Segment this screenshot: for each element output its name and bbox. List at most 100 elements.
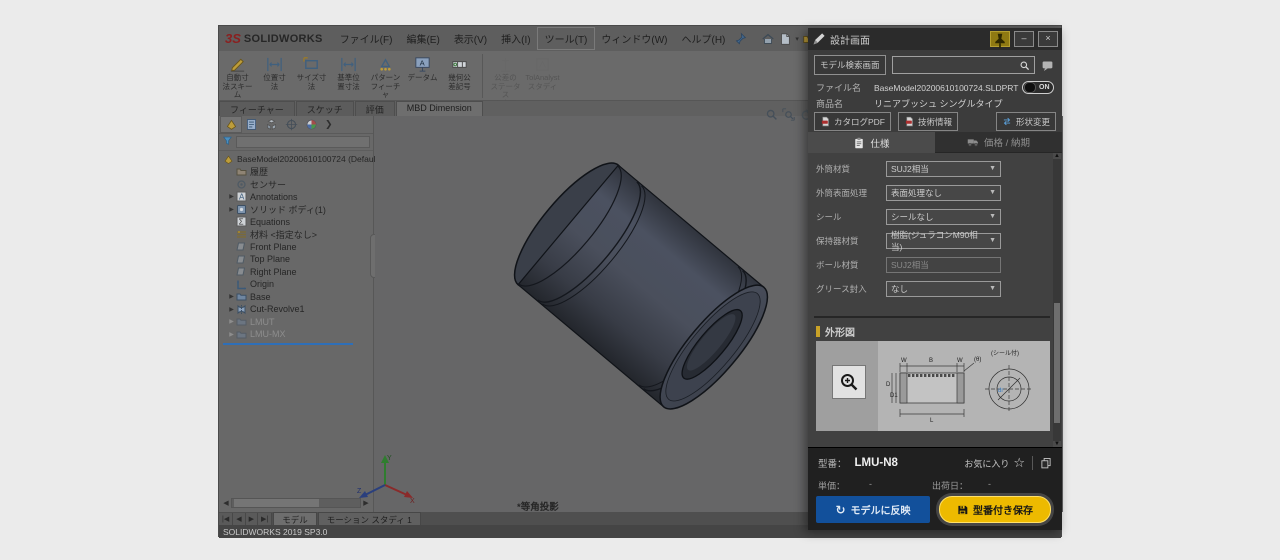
tree-item-8[interactable]: Right Plane — [219, 266, 373, 279]
drawing-zoom-button[interactable] — [832, 365, 866, 399]
chevron-down-icon: ▼ — [989, 189, 996, 196]
expand-caret-icon[interactable]: ▶ — [227, 193, 236, 200]
fm-display-tab-icon[interactable] — [301, 117, 321, 132]
doc-tab-0[interactable]: モデル — [273, 512, 317, 525]
tech-info-button[interactable]: 技術情報 — [898, 112, 958, 131]
search-icon[interactable] — [1019, 60, 1030, 71]
tree-item-5[interactable]: 材料 <指定なし> — [219, 228, 373, 241]
tab-MBD Dimension[interactable]: MBD Dimension — [396, 101, 483, 116]
ribbon-button-datum[interactable]: Aデータム — [405, 54, 440, 83]
last-tab-icon[interactable]: ▶| — [258, 513, 272, 525]
expand-caret-icon[interactable]: ▶ — [227, 318, 236, 325]
ribbon-button-label: 法スキーム — [220, 83, 255, 100]
menu-item-6[interactable]: ヘルプ(H) — [675, 28, 733, 49]
copy-icon[interactable] — [1040, 457, 1052, 469]
tree-item-9[interactable]: Origin — [219, 278, 373, 291]
tree-item-4[interactable]: ΣEquations — [219, 216, 373, 229]
first-tab-icon[interactable]: |◀ — [219, 513, 233, 525]
spec-row-0: 外筒材質SUJ2相当▼ — [816, 160, 1046, 177]
tree-item-10[interactable]: ▶Base — [219, 291, 373, 304]
tree-item-12[interactable]: ▶LMUT — [219, 316, 373, 329]
menu-item-3[interactable]: 挿入(I) — [494, 28, 537, 49]
pin-menu-icon[interactable] — [732, 30, 749, 47]
ribbon-button-pattern-feature[interactable]: パターンフィーチャ — [368, 54, 403, 100]
tree-item-0[interactable]: 履歴 — [219, 166, 373, 179]
panel-tab-spec[interactable]: 仕様 — [808, 132, 935, 153]
favorite-star-icon[interactable]: ☆ — [1013, 455, 1025, 471]
spec-label: ボール材質 — [816, 259, 886, 271]
fm-part-tab-icon[interactable] — [221, 117, 241, 132]
tab-スケッチ[interactable]: スケッチ — [296, 101, 354, 116]
tree-item-7[interactable]: Top Plane — [219, 253, 373, 266]
expand-caret-icon[interactable]: ▶ — [227, 206, 236, 213]
fm-dimxpert-tab-icon[interactable] — [281, 117, 301, 132]
doc-tab-1[interactable]: モーション スタディ 1 — [318, 512, 421, 525]
tree-item-label: Cut-Revolve1 — [250, 304, 305, 314]
menu-item-5[interactable]: ウィンドウ(W) — [594, 28, 674, 49]
tree-item-6[interactable]: Front Plane — [219, 241, 373, 254]
expand-caret-icon[interactable]: ▶ — [227, 331, 236, 338]
fm-property-tab-icon[interactable] — [241, 117, 261, 132]
search-row: モデル検索画面 — [814, 55, 1056, 75]
panel-close-button[interactable]: × — [1038, 31, 1058, 47]
spec-select[interactable]: なし▼ — [886, 281, 1001, 297]
ribbon-button-datum-location-dimension[interactable]: 基準位置寸法 — [331, 54, 366, 91]
scrollbar-track[interactable] — [231, 498, 361, 508]
tree-item-11[interactable]: ▶ Cut-Revolve1 — [219, 303, 373, 316]
prev-tab-icon[interactable]: ◀ — [233, 513, 245, 525]
file-toggle[interactable]: ON — [1022, 81, 1054, 94]
spec-select[interactable]: 表面処理なし▼ — [886, 185, 1001, 201]
home-icon[interactable] — [759, 30, 776, 47]
tree-item-3[interactable]: ▶ソリッド ボディ(1) — [219, 203, 373, 216]
menu-item-1[interactable]: 編集(E) — [399, 28, 446, 49]
menu-item-0[interactable]: ファイル(F) — [333, 28, 400, 49]
menu-item-4[interactable]: ツール(T) — [538, 28, 595, 49]
panel-tab-price[interactable]: 価格 / 納期 — [935, 132, 1062, 153]
catalog-pdf-button[interactable]: カタログPDF — [814, 112, 891, 131]
tree-filter-input[interactable] — [236, 136, 370, 148]
apply-to-model-button[interactable]: ↻ モデルに反映 — [816, 496, 930, 523]
model-number-value: LMU-N8 — [855, 457, 898, 469]
tree-item-2[interactable]: ▶AAnnotations — [219, 191, 373, 204]
ribbon-button-size-dimension[interactable]: サイズ寸法 — [294, 54, 329, 91]
panel-minimize-button[interactable]: – — [1014, 31, 1034, 47]
save-with-model-number-button[interactable]: 型番付き保存 — [939, 496, 1051, 523]
tree-item-13[interactable]: ▶LMU-MX — [219, 328, 373, 341]
scroll-left-icon[interactable]: ◀ — [221, 499, 231, 507]
new-document-icon[interactable] — [776, 30, 793, 47]
spec-label: グリース封入 — [816, 283, 886, 295]
tab-フィーチャー[interactable]: フィーチャー — [219, 101, 295, 116]
menu-item-2[interactable]: 表示(V) — [447, 28, 494, 49]
ribbon-button-geometric-tolerance[interactable]: 幾何公差記号 — [442, 54, 477, 91]
model-linear-bushing[interactable] — [441, 116, 841, 456]
scrollbar-thumb[interactable] — [1054, 303, 1060, 423]
scroll-up-icon[interactable]: ▲ — [1053, 153, 1061, 159]
expand-caret-icon[interactable]: ▶ — [227, 306, 236, 313]
search-input[interactable] — [892, 56, 1035, 74]
ribbon-button-location-dimension[interactable]: 位置寸法 — [257, 54, 292, 91]
folder-icon — [236, 291, 247, 302]
expand-caret-icon[interactable]: ▶ — [227, 293, 236, 300]
comment-icon[interactable] — [1041, 59, 1056, 72]
spec-select[interactable]: 樹脂(ジュラコンM90相当)▼ — [886, 233, 1001, 249]
fm-overflow-chevron-icon[interactable]: ❯ — [325, 119, 333, 130]
scrollbar-thumb[interactable] — [234, 499, 319, 507]
fm-config-tab-icon[interactable] — [261, 117, 281, 132]
model-search-button[interactable]: モデル検索画面 — [814, 55, 886, 75]
tab-評価[interactable]: 評価 — [355, 101, 395, 116]
rollback-bar[interactable] — [223, 343, 353, 345]
spec-select[interactable]: シールなし▼ — [886, 209, 1001, 225]
spec-label: シール — [816, 211, 886, 223]
ribbon-button-label: 置寸法 — [331, 83, 366, 92]
dropdown-caret-icon[interactable]: ▾ — [795, 35, 799, 43]
next-tab-icon[interactable]: ▶ — [246, 513, 258, 525]
panel-pin-button[interactable] — [990, 31, 1010, 47]
chevron-down-icon: ▼ — [989, 165, 996, 172]
spec-row-5: グリース封入なし▼ — [816, 280, 1046, 297]
tree-root-item[interactable]: BaseModel20200610100724 (Default<< — [219, 153, 373, 166]
shape-change-button[interactable]: 形状変更 — [996, 112, 1056, 131]
tree-item-1[interactable]: センサー — [219, 178, 373, 191]
ribbon-button-auto-dimension-scheme[interactable]: 自動寸法スキーム — [220, 54, 255, 100]
spec-select[interactable]: SUJ2相当▼ — [886, 161, 1001, 177]
ribbon-separator — [482, 54, 483, 98]
